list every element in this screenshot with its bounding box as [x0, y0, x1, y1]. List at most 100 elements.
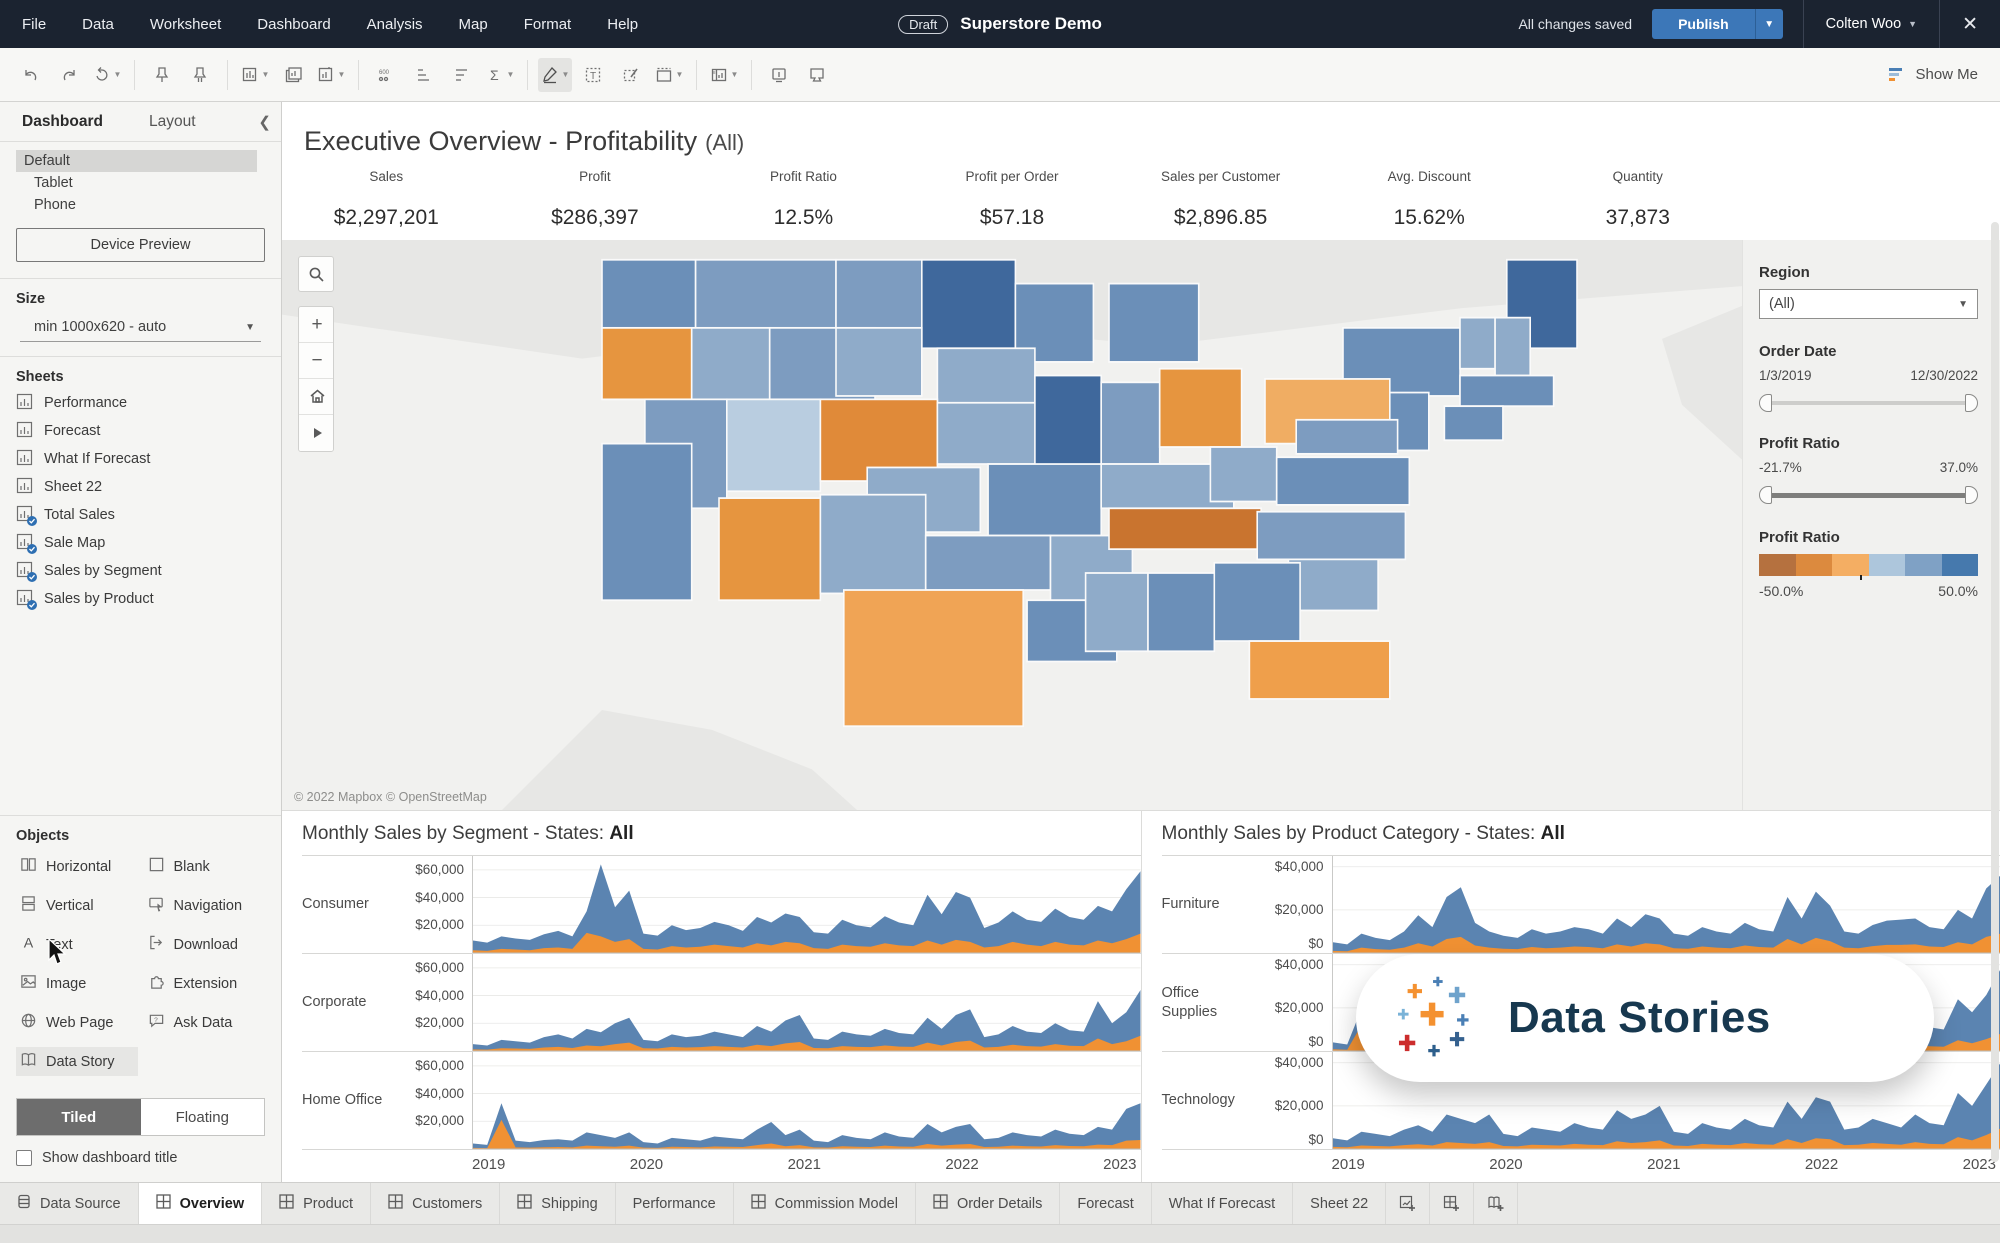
chart-row-home-office[interactable]: Home Office $60,000 $40,000 $20,000	[302, 1051, 1141, 1150]
state-AL[interactable]	[1147, 572, 1216, 653]
tiled-button[interactable]: Tiled	[17, 1099, 141, 1135]
object-item-extension[interactable]: Extension	[144, 969, 266, 998]
state-NE[interactable]	[936, 401, 1040, 465]
menu-dashboard[interactable]: Dashboard	[257, 16, 330, 33]
tab-customers[interactable]: Customers	[371, 1183, 501, 1224]
undo-icon[interactable]	[14, 58, 48, 92]
row-plot[interactable]	[1331, 856, 2000, 953]
map-home-button[interactable]	[299, 379, 333, 415]
state-VT[interactable]	[1459, 316, 1496, 370]
profit-ratio-slider[interactable]	[1759, 485, 1978, 505]
object-item-data-story[interactable]: Data Story	[16, 1047, 138, 1076]
state-CA[interactable]	[601, 442, 693, 602]
state-MS[interactable]	[1084, 572, 1149, 653]
profit-ratio-slider-track[interactable]	[1767, 493, 1970, 498]
canvas-scrollbar[interactable]	[1991, 222, 1999, 1162]
menu-analysis[interactable]: Analysis	[367, 16, 423, 33]
state-TX[interactable]	[842, 589, 1024, 728]
state-MO[interactable]	[987, 463, 1102, 537]
sales-map[interactable]: + − © 2022 Mapbox © OpenStreetMap	[282, 240, 1742, 810]
profit-ratio-slider-handle-right[interactable]	[1965, 486, 1978, 504]
object-item-blank[interactable]: Blank	[144, 852, 266, 881]
state-SD[interactable]	[835, 326, 923, 397]
state-VA[interactable]	[1275, 456, 1411, 506]
state-MA[interactable]	[1459, 374, 1555, 408]
device-preview-button[interactable]: Device Preview	[16, 228, 265, 262]
sort-ascending-icon[interactable]	[407, 58, 441, 92]
tab-product[interactable]: Product	[262, 1183, 372, 1224]
row-plot[interactable]	[472, 954, 1141, 1051]
state-NC[interactable]	[1256, 510, 1407, 561]
order-date-slider-handle-right[interactable]	[1965, 394, 1978, 412]
close-icon[interactable]: ✕	[1940, 13, 2000, 36]
redo-icon[interactable]	[52, 58, 86, 92]
map-zoom-out-button[interactable]: −	[299, 343, 333, 379]
device-item-default[interactable]: Default	[16, 150, 257, 172]
publish-button[interactable]: Publish	[1652, 9, 1755, 39]
sheet-item-total-sales[interactable]: Total Sales	[16, 505, 265, 526]
menu-file[interactable]: File	[22, 16, 46, 33]
profit-ratio-color-legend[interactable]	[1759, 554, 1978, 580]
highlight-icon[interactable]: ▼	[538, 57, 572, 92]
object-item-navigation[interactable]: Navigation	[144, 891, 266, 920]
show-dashboard-title-row[interactable]: Show dashboard title	[0, 1136, 281, 1182]
new-worksheet-tab-button[interactable]	[1386, 1183, 1431, 1224]
device-item-tablet[interactable]: Tablet	[26, 172, 257, 194]
state-AZ[interactable]	[718, 497, 822, 602]
tab-overview[interactable]: Overview	[138, 1183, 263, 1224]
tab-forecast[interactable]: Forecast	[1060, 1183, 1152, 1224]
chart-row-consumer[interactable]: Consumer $60,000 $40,000 $20,000	[302, 855, 1141, 953]
row-plot[interactable]	[472, 856, 1141, 953]
order-date-slider-track[interactable]	[1767, 401, 1970, 405]
state-WV[interactable]	[1209, 446, 1278, 503]
device-item-phone[interactable]: Phone	[26, 194, 257, 216]
state-OR[interactable]	[601, 326, 693, 401]
bottom-scroll-strip[interactable]	[0, 1224, 2000, 1243]
state-OH[interactable]	[1158, 367, 1243, 448]
map-zoom-in-button[interactable]: +	[299, 307, 333, 343]
floating-button[interactable]: Floating	[140, 1099, 264, 1135]
profit-ratio-slider-handle-left[interactable]	[1759, 486, 1772, 504]
menu-help[interactable]: Help	[607, 16, 638, 33]
pin-pause-icon[interactable]	[183, 58, 217, 92]
borders-icon[interactable]: ▼	[652, 58, 686, 92]
us-choropleth-map[interactable]	[282, 240, 1742, 810]
menu-data[interactable]: Data	[82, 16, 114, 33]
object-item-web-page[interactable]: Web Page	[16, 1008, 138, 1037]
region-dropdown[interactable]: (All) ▼	[1759, 289, 1978, 319]
state-GA[interactable]	[1213, 561, 1301, 642]
state-NM[interactable]	[819, 493, 927, 595]
new-dashboard-icon[interactable]	[276, 58, 310, 92]
menu-map[interactable]: Map	[459, 16, 488, 33]
show-me-button[interactable]: Show Me	[1888, 66, 1986, 84]
tab-sheet-22[interactable]: Sheet 22	[1293, 1183, 1387, 1224]
sheet-item-sales-by-segment[interactable]: Sales by Segment	[16, 561, 265, 582]
tab-what-if-forecast[interactable]: What If Forecast	[1152, 1183, 1294, 1224]
new-worksheet-icon[interactable]: ▼	[238, 58, 272, 92]
tab-order-details[interactable]: Order Details	[916, 1183, 1061, 1224]
order-date-slider[interactable]	[1759, 393, 1978, 413]
map-search-button[interactable]	[298, 256, 334, 292]
sheet-item-sheet-22[interactable]: Sheet 22	[16, 477, 265, 496]
object-item-ask-data[interactable]: ? Ask Data	[144, 1008, 266, 1037]
replay-icon[interactable]: ▼	[90, 58, 124, 92]
state-IN[interactable]	[1100, 381, 1161, 465]
tab-shipping[interactable]: Shipping	[500, 1183, 616, 1224]
object-item-vertical[interactable]: Vertical	[16, 891, 138, 920]
state-SC[interactable]	[1287, 558, 1379, 612]
sales-by-segment-chart[interactable]: Monthly Sales by Segment - States: All C…	[282, 811, 1141, 1182]
state-MT[interactable]	[694, 258, 837, 329]
chart-row-furniture[interactable]: Furniture $40,000 $20,000 $0	[1161, 855, 2000, 953]
state-MI[interactable]	[1108, 282, 1200, 363]
tab-performance[interactable]: Performance	[616, 1183, 734, 1224]
show-dashboard-title-checkbox[interactable]	[16, 1150, 32, 1166]
object-item-horizontal[interactable]: Horizontal	[16, 852, 138, 881]
row-plot[interactable]	[472, 1052, 1141, 1149]
state-NH[interactable]	[1494, 316, 1531, 377]
object-item-download[interactable]: Download	[144, 930, 266, 959]
annotate-icon[interactable]	[614, 58, 648, 92]
publish-dropdown-caret-icon[interactable]: ▼	[1754, 9, 1783, 39]
map-pan-flyout-button[interactable]	[299, 415, 333, 451]
object-item-image[interactable]: Image	[16, 969, 138, 998]
sheet-item-sales-by-product[interactable]: Sales by Product	[16, 589, 265, 610]
